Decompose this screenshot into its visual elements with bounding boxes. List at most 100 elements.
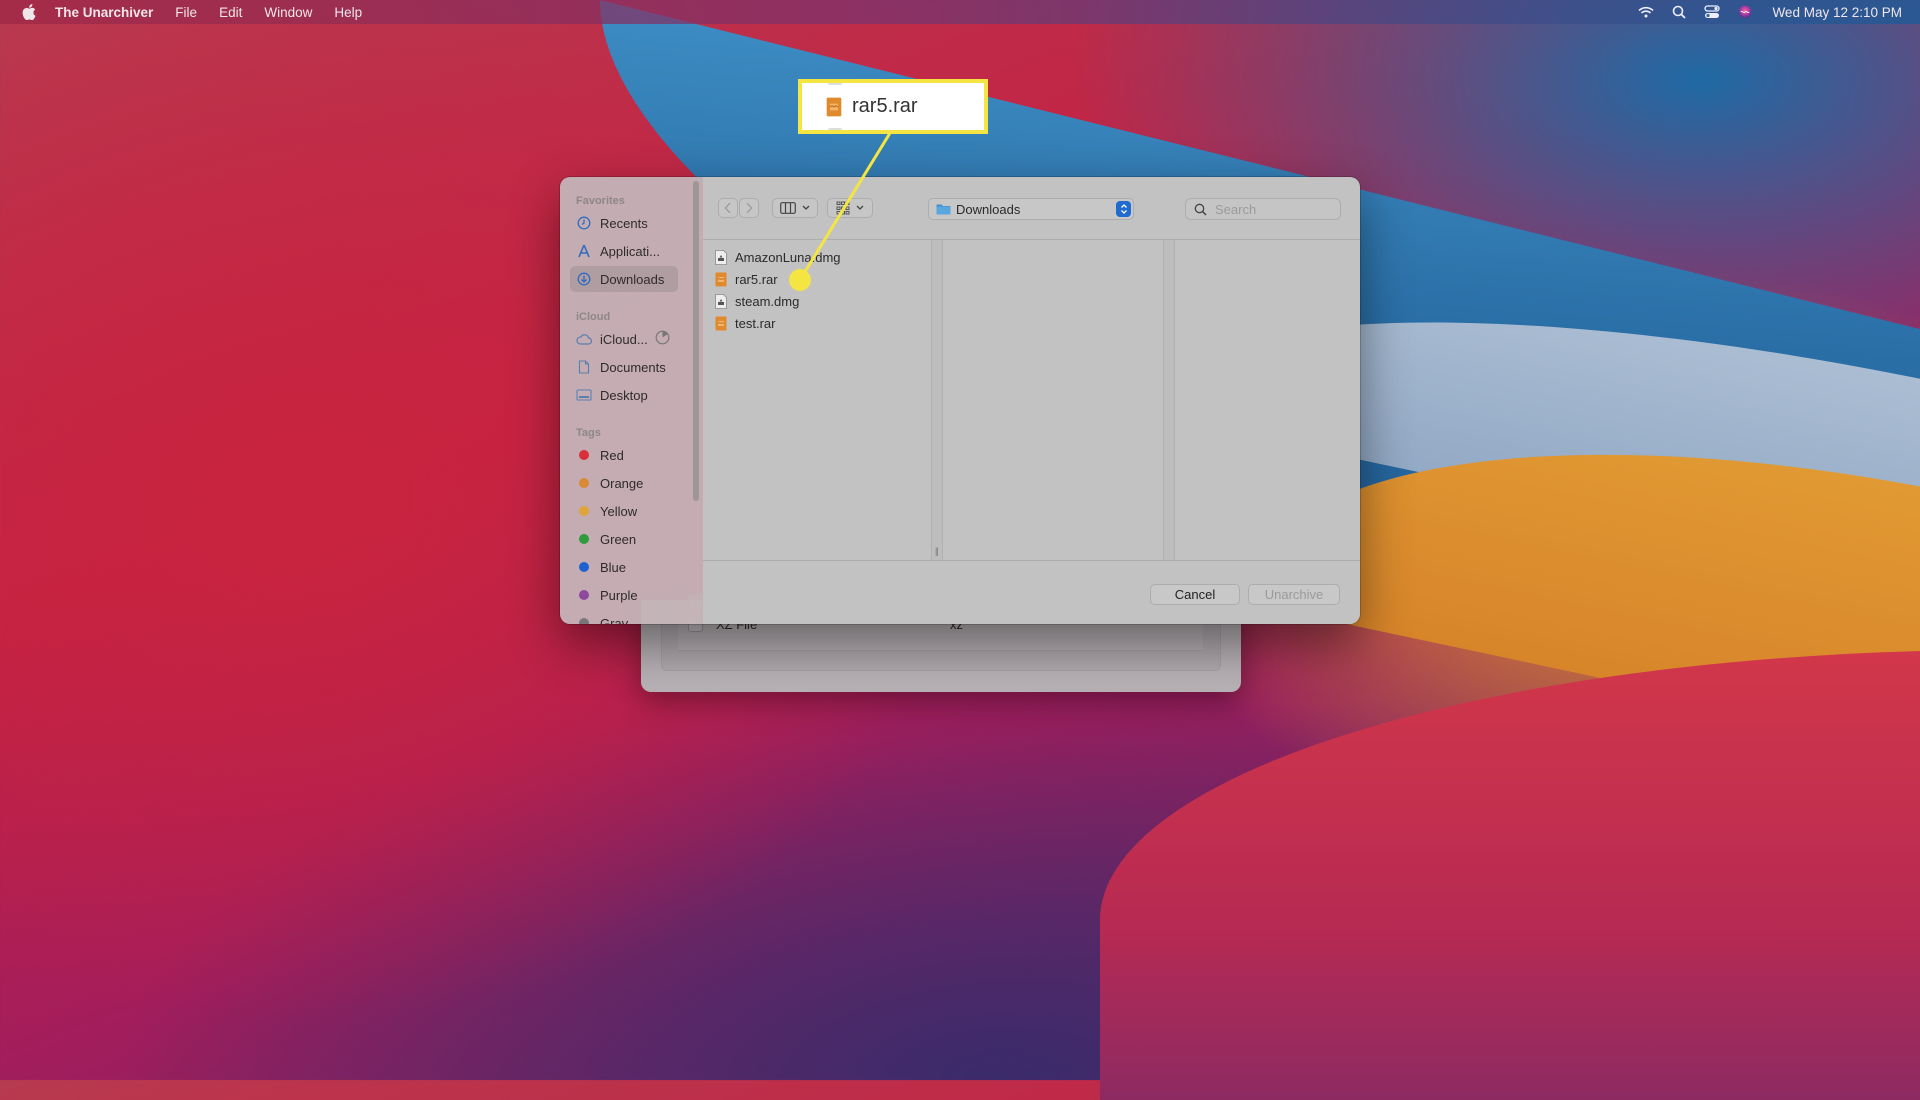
file-name: test.rar (735, 315, 776, 331)
unarchive-button[interactable]: Unarchive (1248, 584, 1340, 605)
file-item-amazonluna[interactable]: AmazonLuna.dmg (715, 247, 841, 267)
location-stepper-icon (1116, 201, 1131, 217)
blue-tag-dot (579, 562, 589, 572)
menu-help[interactable]: Help (334, 5, 362, 20)
purple-tag-dot (579, 590, 589, 600)
apple-menu-icon[interactable] (22, 4, 36, 21)
sidebar-item-label: Desktop (600, 387, 648, 403)
sidebar-item-recents[interactable]: Recents (570, 210, 678, 236)
applications-icon (576, 243, 592, 259)
sidebar-item-label: Purple (600, 587, 638, 603)
rar-file-icon (715, 272, 727, 286)
file-name: steam.dmg (735, 293, 800, 309)
group-by-button[interactable] (827, 198, 873, 218)
rar-file-icon (715, 316, 727, 330)
menu-bar: The Unarchiver File Edit Window Help Wed… (0, 0, 1920, 24)
open-file-dialog: Favorites Recents Applicati... Downloads… (560, 177, 1360, 624)
download-icon (576, 271, 592, 287)
sync-progress-icon (655, 330, 670, 348)
sidebar-tag-yellow[interactable]: Yellow (570, 498, 678, 524)
document-icon (576, 359, 592, 375)
chevron-left-icon (724, 202, 731, 214)
forward-button[interactable] (739, 198, 759, 218)
gray-tag-dot (579, 618, 589, 624)
sidebar-tag-green[interactable]: Green (570, 526, 678, 552)
sidebar-section-favorites: Favorites (576, 195, 625, 207)
menu-file[interactable]: File (175, 5, 197, 20)
dmg-file-icon (715, 249, 727, 265)
dmg-file-icon (715, 293, 727, 309)
control-center-icon[interactable] (1704, 5, 1721, 19)
search-input[interactable] (1213, 200, 1337, 218)
sidebar: Favorites Recents Applicati... Downloads… (560, 177, 703, 624)
grid-group-icon (836, 201, 850, 215)
column-view-icon (780, 202, 796, 214)
wallpaper-red-wave (1100, 650, 1920, 1100)
callout-crop-edge (828, 128, 842, 130)
clock-icon (576, 215, 592, 231)
file-column: AmazonLuna.dmg rar5.rar steam.dmg test.r… (703, 240, 931, 560)
sidebar-section-icloud: iCloud (576, 311, 611, 323)
sidebar-item-documents[interactable]: Documents (570, 354, 678, 380)
chevron-down-icon (802, 205, 810, 210)
sidebar-item-label: Blue (600, 559, 627, 575)
sidebar-item-label: iCloud... (600, 331, 648, 347)
view-mode-button[interactable] (772, 198, 818, 218)
file-item-rar5[interactable]: rar5.rar (715, 269, 778, 289)
column-grip-icon: || (935, 546, 939, 556)
green-tag-dot (579, 534, 589, 544)
sidebar-section-tags: Tags (576, 427, 601, 439)
sidebar-item-label: Orange (600, 475, 644, 491)
column-resize-handle[interactable] (1163, 240, 1175, 560)
chevron-right-icon (746, 202, 753, 214)
desktop-icon (576, 387, 592, 403)
sidebar-tag-purple[interactable]: Purple (570, 582, 678, 608)
sidebar-item-icloud-drive[interactable]: iCloud... (570, 326, 682, 352)
callout-crop-edge (828, 83, 842, 85)
location-label: Downloads (956, 201, 1021, 217)
file-name: rar5.rar (735, 271, 778, 287)
cloud-icon (576, 331, 592, 347)
wifi-icon[interactable] (1638, 6, 1654, 18)
callout-label: rar5.rar (852, 95, 918, 117)
dialog-footer: Cancel Unarchive (703, 560, 1360, 624)
back-button[interactable] (718, 198, 738, 218)
file-browser: Downloads AmazonLuna.dmg rar5.rar steam.… (703, 177, 1360, 624)
sidebar-item-label: Yellow (600, 503, 638, 519)
column-resize-handle[interactable]: || (931, 240, 943, 560)
location-popup[interactable]: Downloads (928, 198, 1134, 220)
callout-highlight-box: rar5.rar (798, 79, 988, 134)
sidebar-item-label: Gray (600, 615, 629, 625)
sidebar-item-label: Red (600, 447, 624, 463)
spotlight-search-icon[interactable] (1672, 5, 1687, 19)
menu-app-name[interactable]: The Unarchiver (55, 5, 153, 20)
search-field[interactable] (1185, 198, 1341, 220)
sidebar-item-label: Recents (600, 215, 648, 231)
sidebar-scrollbar[interactable] (693, 181, 699, 501)
sidebar-tag-orange[interactable]: Orange (570, 470, 678, 496)
sidebar-item-label: Green (600, 531, 637, 547)
file-item-steam[interactable]: steam.dmg (715, 291, 799, 311)
rar-file-icon (826, 97, 842, 116)
menu-bar-clock[interactable]: Wed May 12 2:10 PM (1772, 5, 1902, 20)
sidebar-tag-red[interactable]: Red (570, 442, 678, 468)
sidebar-tag-blue[interactable]: Blue (570, 554, 678, 580)
yellow-tag-dot (579, 506, 589, 516)
sidebar-item-downloads[interactable]: Downloads (570, 266, 678, 292)
chevron-down-icon (856, 205, 864, 210)
dialog-toolbar: Downloads (703, 177, 1360, 240)
sidebar-item-label: Documents (600, 359, 666, 375)
orange-tag-dot (579, 478, 589, 488)
folder-icon (936, 203, 951, 215)
sidebar-item-applications[interactable]: Applicati... (570, 238, 678, 264)
cancel-button[interactable]: Cancel (1150, 584, 1240, 605)
search-icon (1194, 203, 1207, 216)
file-item-test[interactable]: test.rar (715, 313, 775, 333)
menu-edit[interactable]: Edit (219, 5, 242, 20)
siri-icon[interactable] (1738, 5, 1752, 19)
menu-window[interactable]: Window (264, 5, 312, 20)
sidebar-item-label: Downloads (600, 271, 665, 287)
sidebar-item-desktop[interactable]: Desktop (570, 382, 678, 408)
red-tag-dot (579, 450, 589, 460)
sidebar-tag-gray[interactable]: Gray (570, 610, 678, 624)
